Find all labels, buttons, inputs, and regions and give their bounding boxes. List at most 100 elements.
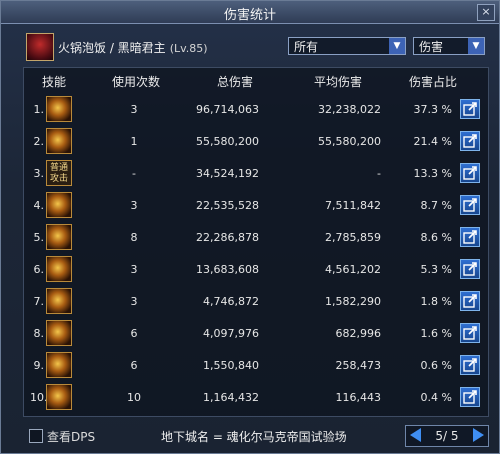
damage-stats-window: 伤害统计 × 火锅泡饭 / 黑暗君主 (Lv.85) 所有 ▼ 伤害 ▼ 技能 使… xyxy=(0,0,500,454)
average-damage: 682,996 xyxy=(335,327,382,340)
average-damage: 7,511,842 xyxy=(325,199,381,212)
export-detail-icon[interactable] xyxy=(460,291,480,311)
claw-skill-icon xyxy=(46,288,72,314)
average-damage: 55,580,200 xyxy=(318,135,381,148)
use-count: 6 xyxy=(130,359,138,372)
row-rank: 7. xyxy=(33,295,45,308)
row-rank: 1. xyxy=(33,103,45,116)
metric-filter-value: 伤害 xyxy=(419,40,444,54)
damage-share: 1.8 % xyxy=(420,295,452,308)
row-rank: 5. xyxy=(33,231,45,244)
export-detail-icon[interactable] xyxy=(460,99,480,119)
export-detail-icon[interactable] xyxy=(460,259,480,279)
dragon-flame-skill-icon xyxy=(46,128,72,154)
window-title: 伤害统计 xyxy=(223,8,276,23)
row-rank: 9. xyxy=(33,359,45,372)
damage-share: 0.6 % xyxy=(420,359,452,372)
view-dps-checkbox[interactable] xyxy=(29,429,43,443)
next-page-icon[interactable] xyxy=(473,428,484,442)
total-damage: 1,164,432 xyxy=(203,391,259,404)
row-rank: 3. xyxy=(33,167,45,180)
average-damage: 116,443 xyxy=(335,391,382,404)
footer-bar: 查看DPS 地下城名 = 魂化尔马克帝国试验场 5/ 5 xyxy=(1,423,499,451)
eye-rune-skill-icon xyxy=(46,192,72,218)
col-count: 使用次数 xyxy=(112,75,161,89)
col-total: 总伤害 xyxy=(217,75,254,89)
pager: 5/ 5 xyxy=(405,425,489,447)
total-damage: 96,714,063 xyxy=(196,103,259,116)
use-count: 3 xyxy=(130,295,138,308)
export-detail-icon[interactable] xyxy=(460,355,480,375)
table-row: 6. 3 13,683,608 4,561,202 5.3 % xyxy=(24,254,488,285)
target-filter-select[interactable]: 所有 ▼ xyxy=(288,37,406,55)
col-pct: 伤害占比 xyxy=(409,75,458,89)
export-detail-icon[interactable] xyxy=(460,323,480,343)
average-damage: 32,238,022 xyxy=(318,103,381,116)
use-count: 10 xyxy=(127,391,141,404)
average-damage: 258,473 xyxy=(335,359,382,372)
damage-table: 技能 使用次数 总伤害 平均伤害 伤害占比 1. 3 96,714,063 32,23… xyxy=(23,67,489,417)
view-dps-label: 查看DPS xyxy=(47,430,96,444)
character-bar: 火锅泡饭 / 黑暗君主 (Lv.85) 所有 ▼ 伤害 ▼ xyxy=(21,31,487,61)
table-header: 技能 使用次数 总伤害 平均伤害 伤害占比 xyxy=(24,70,488,90)
use-count: 6 xyxy=(130,327,138,340)
total-damage: 4,097,976 xyxy=(203,327,259,340)
total-damage: 1,550,840 xyxy=(203,359,259,372)
table-row: 2. 1 55,580,200 55,580,200 21.4 % xyxy=(24,126,488,157)
metric-filter-select[interactable]: 伤害 ▼ xyxy=(413,37,485,55)
table-row: 10. 10 1,164,432 116,443 0.4 % xyxy=(24,382,488,413)
damage-share: 5.3 % xyxy=(420,263,452,276)
export-detail-icon[interactable] xyxy=(460,387,480,407)
row-rank: 6. xyxy=(33,263,45,276)
pierce-skill-icon xyxy=(46,224,72,250)
flame-slash-skill-icon xyxy=(46,96,72,122)
damage-share: 8.6 % xyxy=(420,231,452,244)
use-count: 3 xyxy=(130,103,138,116)
row-rank: 4. xyxy=(33,199,45,212)
chevron-down-icon[interactable]: ▼ xyxy=(468,38,484,54)
table-row: 1. 3 96,714,063 32,238,022 37.3 % xyxy=(24,94,488,125)
total-damage: 4,746,872 xyxy=(203,295,259,308)
average-damage: 2,785,859 xyxy=(325,231,381,244)
character-avatar xyxy=(26,33,54,61)
total-damage: 55,580,200 xyxy=(196,135,259,148)
table-row: 5. 8 22,286,878 2,785,859 8.6 % xyxy=(24,222,488,253)
damage-share: 13.3 % xyxy=(413,167,452,180)
use-count: 3 xyxy=(130,263,138,276)
crescent-skill-icon xyxy=(46,384,72,410)
damage-share: 1.6 % xyxy=(420,327,452,340)
export-detail-icon[interactable] xyxy=(460,227,480,247)
export-detail-icon[interactable] xyxy=(460,163,480,183)
row-rank: 8. xyxy=(33,327,45,340)
average-damage: - xyxy=(377,167,381,180)
total-damage: 22,535,528 xyxy=(196,199,259,212)
total-damage: 22,286,878 xyxy=(196,231,259,244)
damage-share: 8.7 % xyxy=(420,199,452,212)
chevron-down-icon[interactable]: ▼ xyxy=(389,38,405,54)
col-avg: 平均伤害 xyxy=(314,75,363,89)
use-count: 3 xyxy=(130,199,138,212)
table-row: 4. 3 22,535,528 7,511,842 8.7 % xyxy=(24,190,488,221)
character-level: (Lv.85) xyxy=(169,42,208,55)
orb-skill-icon xyxy=(46,320,72,346)
export-detail-icon[interactable] xyxy=(460,195,480,215)
row-rank: 2. xyxy=(33,135,45,148)
average-damage: 1,582,290 xyxy=(325,295,381,308)
title-bar[interactable]: 伤害统计 × xyxy=(1,1,499,24)
table-row: 8. 6 4,097,976 682,996 1.6 % xyxy=(24,318,488,349)
col-skill: 技能 xyxy=(42,75,67,89)
table-row: 7. 3 4,746,872 1,582,290 1.8 % xyxy=(24,286,488,317)
close-button[interactable]: × xyxy=(477,4,495,21)
wave-skill-icon xyxy=(46,352,72,378)
character-name: 火锅泡饭 / 黑暗君主 (Lv.85) xyxy=(58,39,208,56)
character-name-text: 火锅泡饭 / 黑暗君主 xyxy=(58,41,166,55)
export-detail-icon[interactable] xyxy=(460,131,480,151)
normal-attack-icon: 普通 攻击 xyxy=(46,160,72,186)
total-damage: 13,683,608 xyxy=(196,263,259,276)
table-row: 3. 普通 攻击 - 34,524,192 - 13.3 % xyxy=(24,158,488,189)
use-count: - xyxy=(132,167,136,180)
use-count: 1 xyxy=(130,135,138,148)
target-filter-value: 所有 xyxy=(294,40,319,54)
table-row: 9. 6 1,550,840 258,473 0.6 % xyxy=(24,350,488,381)
vortex-skill-icon xyxy=(46,256,72,282)
